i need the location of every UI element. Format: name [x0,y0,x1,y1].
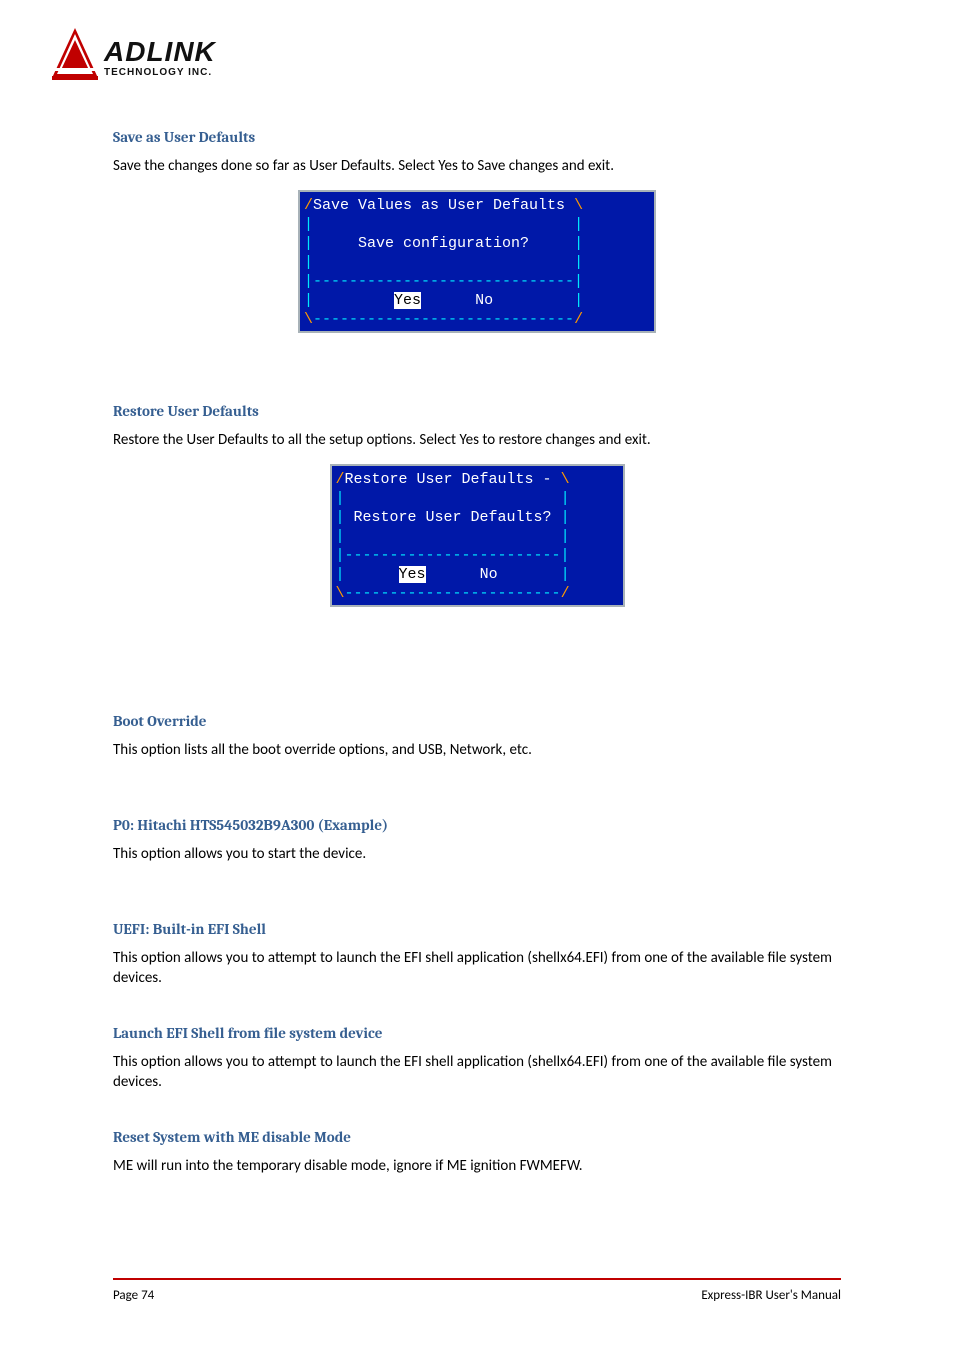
logo-sub: TECHNOLOGY INC. [104,68,216,78]
dialog-prompt-row: | Restore User Defaults? | [332,508,623,527]
body-text: ME will run into the temporary disable m… [113,1156,841,1176]
dialog-buttons-row: | Yes No | [300,291,654,310]
dialog-bottom-row: \------------------------/ [332,584,623,603]
dialog-buttons-row: | Yes No | [332,565,623,584]
heading: Reset System with ME disable Mode [113,1128,841,1146]
section-restore-user-defaults: Restore User Defaults Restore the User D… [113,402,841,607]
footer-page: Page 74 [113,1288,154,1303]
dialog-row: | | [332,489,623,508]
dialog-row: | | [300,253,654,272]
yes-button[interactable]: Yes [399,566,426,583]
logo-mark-icon [52,28,98,87]
section-launch-efi: Launch EFI Shell from file system device… [113,1024,841,1093]
section-p0-device: P0: Hitachi HTS545032B9A300 (Example) Th… [113,816,841,864]
bios-dialog-restore: /Restore User Defaults - \| || Restore U… [330,464,625,607]
dialog-row: | | [332,527,623,546]
no-button[interactable]: No [475,292,493,309]
yes-button[interactable]: Yes [394,292,421,309]
body-text: This option allows you to attempt to lau… [113,1052,841,1093]
dialog-title: Restore User Defaults - [345,471,561,488]
section-boot-override: Boot Override This option lists all the … [113,712,841,760]
body-text: Restore the User Defaults to all the set… [113,430,841,450]
heading: Boot Override [113,712,841,730]
heading: Restore User Defaults [113,402,841,420]
logo-text: ADLINK TECHNOLOGY INC. [104,38,216,78]
dialog-prompt-row: | Save configuration? | [300,234,654,253]
heading: Launch EFI Shell from file system device [113,1024,841,1042]
dialog-divider: |------------------------| [332,546,623,565]
dialog-prompt: Restore User Defaults? [345,509,561,526]
dialog-title-row: /Restore User Defaults - \ [332,470,623,489]
body-text: Save the changes done so far as User Def… [113,156,841,176]
dialog-title: Save Values as User Defaults [313,197,574,214]
body-text: This option allows you to start the devi… [113,844,841,864]
heading: Save as User Defaults [113,128,841,146]
logo-main: ADLINK [104,38,216,66]
heading: P0: Hitachi HTS545032B9A300 (Example) [113,816,841,834]
adlink-logo: ADLINK TECHNOLOGY INC. [52,28,216,87]
body-text: This option allows you to attempt to lau… [113,948,841,989]
dialog-title-row: /Save Values as User Defaults \ [300,196,654,215]
no-button[interactable]: No [480,566,498,583]
section-save-user-defaults: Save as User Defaults Save the changes d… [113,128,841,333]
section-reset-me: Reset System with ME disable Mode ME wil… [113,1128,841,1176]
dialog-divider: |-----------------------------| [300,272,654,291]
footer-doc-title: Express-IBR User's Manual [701,1288,841,1303]
footer-divider [113,1278,841,1280]
body-text: This option lists all the boot override … [113,740,841,760]
dialog-prompt: Save configuration? [313,235,574,252]
bios-dialog-save: /Save Values as User Defaults \| || Save… [298,190,656,333]
dialog-bottom-row: \-----------------------------/ [300,310,654,329]
dialog-row: | | [300,215,654,234]
section-uefi-shell: UEFI: Built-in EFI Shell This option all… [113,920,841,989]
heading: UEFI: Built-in EFI Shell [113,920,841,938]
